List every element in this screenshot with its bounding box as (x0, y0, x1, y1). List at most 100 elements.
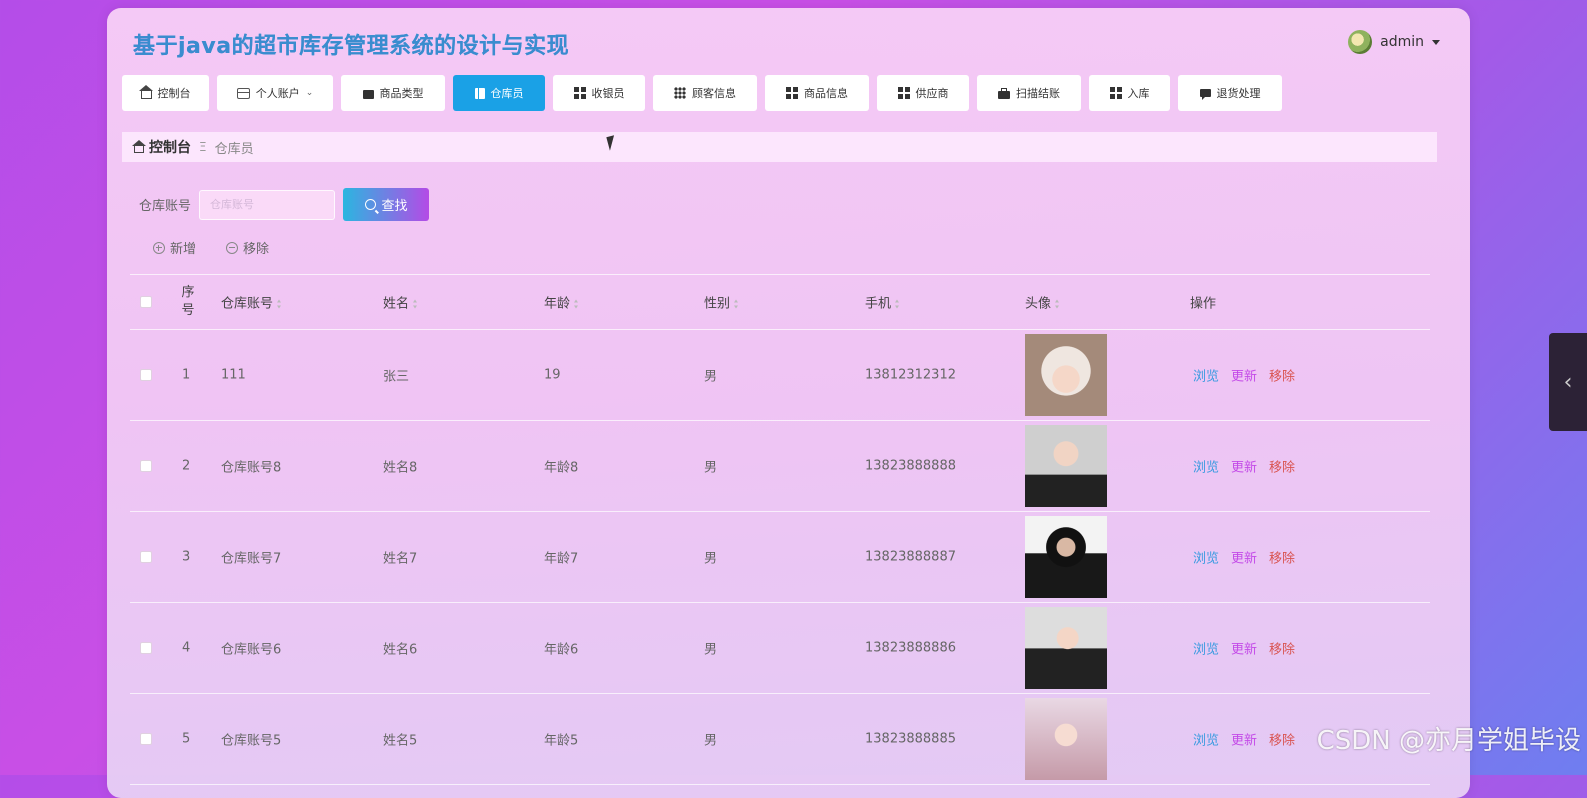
row-checkbox[interactable] (140, 369, 152, 381)
user-menu[interactable]: admin (1348, 30, 1440, 54)
row-account: 仓库账号5 (221, 733, 282, 749)
edit-link[interactable]: 更新 (1231, 366, 1257, 385)
delete-link[interactable]: 移除 (1269, 548, 1295, 567)
site-title: 基于java的超市库存管理系统的设计与实现 (133, 28, 569, 60)
row-gender: 男 (704, 369, 718, 385)
user-avatar (1348, 30, 1373, 54)
nav-product-type[interactable]: 商品类型 (341, 75, 445, 111)
nav-scan-checkout[interactable]: 扫描结账 (977, 75, 1081, 111)
search-row: 仓库账号 查找 (139, 188, 430, 221)
sort-icon (734, 299, 739, 309)
nav-warehouse-staff[interactable]: 仓库员 (453, 75, 545, 111)
top-nav: 控制台 个人账户 ⌄ 商品类型 仓库员 收银员 顾客信息 商品信息 供应商 扫描… (122, 75, 1282, 111)
row-gender: 男 (704, 733, 718, 749)
nav-dashboard[interactable]: 控制台 (122, 75, 209, 111)
row-gender: 男 (704, 551, 718, 567)
breadcrumb-home[interactable]: 控制台 (132, 137, 191, 157)
row-name: 张三 (383, 369, 410, 385)
row-age: 年龄5 (544, 733, 579, 749)
select-all-checkbox[interactable] (140, 296, 152, 308)
col-avatar[interactable]: 头像 (1025, 293, 1060, 312)
remove-button[interactable]: 移除 (226, 238, 269, 257)
action-row: 新增 移除 (153, 238, 269, 257)
search-label: 仓库账号 (139, 199, 192, 214)
row-no: 1 (182, 367, 191, 383)
staff-table: 序号 仓库账号 姓名 年龄 性别 手机 头像 操作 1 111 张三 19 男 … (130, 274, 1430, 785)
breadcrumb-separator: Ξ (199, 140, 207, 154)
row-checkbox[interactable] (140, 460, 152, 472)
view-link[interactable]: 浏览 (1193, 548, 1219, 567)
book-icon (474, 87, 485, 99)
row-gender: 男 (704, 460, 718, 476)
chevron-down-icon: ⌄ (305, 88, 314, 98)
edit-link[interactable]: 更新 (1231, 730, 1257, 749)
nav-supplier[interactable]: 供应商 (877, 75, 969, 111)
delete-link[interactable]: 移除 (1269, 639, 1295, 658)
row-age: 年龄8 (544, 460, 579, 476)
row-checkbox[interactable] (140, 733, 152, 745)
col-phone[interactable]: 手机 (865, 293, 900, 312)
edit-link[interactable]: 更新 (1231, 457, 1257, 476)
table-row: 2 仓库账号8 姓名8 年龄8 男 13823888888 浏览 更新 移除 (130, 421, 1430, 512)
view-link[interactable]: 浏览 (1193, 730, 1219, 749)
nav-stock-in[interactable]: 入库 (1089, 75, 1170, 111)
row-actions: 浏览 更新 移除 (1193, 366, 1295, 385)
search-icon (364, 199, 376, 210)
row-age: 年龄6 (544, 642, 579, 658)
col-name[interactable]: 姓名 (383, 293, 418, 312)
col-account[interactable]: 仓库账号 (221, 293, 282, 312)
col-gender[interactable]: 性别 (704, 293, 739, 312)
delete-link[interactable]: 移除 (1269, 730, 1295, 749)
grid-icon (1109, 87, 1122, 99)
nav-cashier[interactable]: 收银员 (553, 75, 645, 111)
view-link[interactable]: 浏览 (1193, 457, 1219, 476)
row-gender: 男 (704, 642, 718, 658)
delete-link[interactable]: 移除 (1269, 366, 1295, 385)
home-icon (132, 139, 146, 153)
col-no: 序号 (181, 285, 195, 318)
add-button[interactable]: 新增 (153, 238, 196, 257)
row-account: 仓库账号8 (221, 460, 282, 476)
search-button[interactable]: 查找 (343, 188, 430, 221)
view-link[interactable]: 浏览 (1193, 366, 1219, 385)
watermark: CSDN @亦月学姐毕设 (1316, 726, 1581, 756)
row-name: 姓名6 (383, 642, 418, 658)
row-no: 2 (182, 458, 191, 474)
row-name: 姓名7 (383, 551, 418, 567)
grid-icon (897, 87, 910, 99)
chevron-left-icon: ‹ (1563, 369, 1573, 395)
nav-product-info[interactable]: 商品信息 (765, 75, 869, 111)
table-row: 5 仓库账号5 姓名5 年龄5 男 13823888885 浏览 更新 移除 (130, 694, 1430, 785)
edit-link[interactable]: 更新 (1231, 639, 1257, 658)
sort-icon (413, 299, 418, 309)
nav-customer-info[interactable]: 顾客信息 (653, 75, 757, 111)
sort-icon (1055, 299, 1060, 309)
minus-circle-icon (226, 241, 239, 254)
breadcrumb-current: 仓库员 (214, 141, 254, 157)
table-row: 4 仓库账号6 姓名6 年龄6 男 13823888886 浏览 更新 移除 (130, 603, 1430, 694)
delete-link[interactable]: 移除 (1269, 457, 1295, 476)
nav-returns[interactable]: 退货处理 (1178, 75, 1282, 111)
row-actions: 浏览 更新 移除 (1193, 730, 1295, 749)
card-icon (236, 87, 250, 99)
search-input[interactable] (199, 189, 336, 220)
table-header: 序号 仓库账号 姓名 年龄 性别 手机 头像 操作 (130, 274, 1430, 330)
username: admin (1380, 34, 1424, 50)
grid-icon (573, 87, 586, 99)
row-no: 5 (182, 731, 191, 747)
side-panel-toggle[interactable]: ‹ (1549, 333, 1587, 431)
briefcase-icon (998, 87, 1010, 99)
sort-icon (895, 299, 900, 309)
col-age[interactable]: 年龄 (544, 293, 579, 312)
col-actions: 操作 (1190, 296, 1217, 312)
row-name: 姓名8 (383, 460, 418, 476)
edit-link[interactable]: 更新 (1231, 548, 1257, 567)
row-phone: 13812312312 (865, 367, 956, 383)
row-checkbox[interactable] (140, 551, 152, 563)
view-link[interactable]: 浏览 (1193, 639, 1219, 658)
row-checkbox[interactable] (140, 642, 152, 654)
nav-personal-account[interactable]: 个人账户 ⌄ (217, 75, 333, 111)
row-age: 年龄7 (544, 551, 579, 567)
avatar-photo (1025, 425, 1107, 507)
wallet-icon (362, 89, 374, 99)
